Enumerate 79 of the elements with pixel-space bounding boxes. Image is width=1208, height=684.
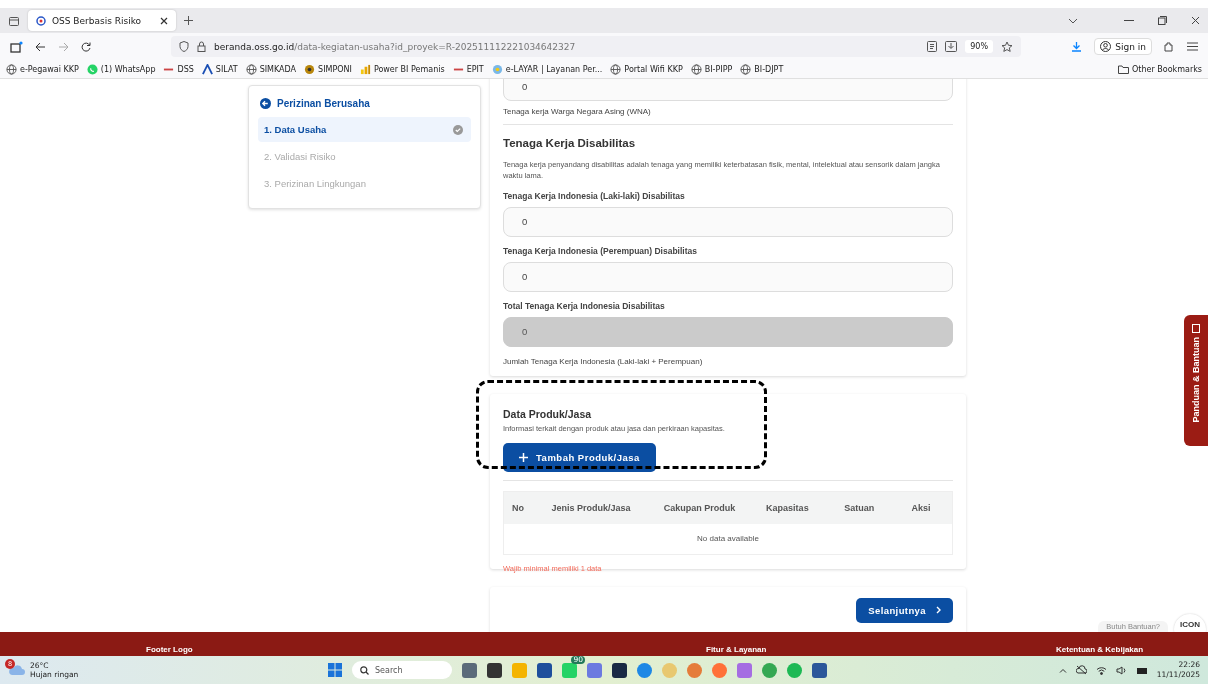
column-header: Jenis Produk/Jasa bbox=[543, 491, 656, 524]
footer-heading: Ketentuan & Kebijakan bbox=[1056, 645, 1145, 654]
bookmark-item[interactable]: e-Pegawai KKP bbox=[6, 63, 79, 75]
bar-chart-icon bbox=[359, 63, 371, 75]
circle-icon bbox=[491, 63, 503, 75]
bookmark-item[interactable]: EPIT bbox=[452, 63, 484, 75]
column-header: Satuan bbox=[836, 491, 904, 524]
save-page-icon[interactable] bbox=[945, 41, 958, 52]
bookmark-item[interactable]: BI-DJPT bbox=[740, 63, 784, 75]
restore-button[interactable] bbox=[1158, 16, 1167, 25]
section-title: Tenaga Kerja Disabilitas bbox=[503, 137, 637, 149]
column-header: Kapasitas bbox=[758, 491, 837, 524]
reload-button[interactable] bbox=[81, 41, 91, 52]
bookmark-item[interactable]: Power BI Pemanis bbox=[359, 63, 445, 75]
bookmark-item[interactable]: SILAT bbox=[201, 63, 238, 75]
field-label: Tenaga Kerja Indonesia (Laki-laki) Disabilitas bbox=[503, 190, 686, 201]
battery-icon[interactable] bbox=[1135, 665, 1148, 675]
caret-icon bbox=[201, 63, 213, 75]
browser-tab[interactable]: OSS Berbasis Risiko bbox=[28, 10, 176, 31]
input-field[interactable]: 0 bbox=[503, 206, 953, 237]
section-title: Data Produk/Jasa bbox=[503, 407, 593, 420]
empty-message: No data available bbox=[503, 523, 953, 555]
account-icon bbox=[1100, 41, 1112, 52]
plus-icon bbox=[519, 452, 528, 462]
footer-heading: Footer Logo bbox=[146, 645, 194, 654]
extensions-icon[interactable] bbox=[1164, 41, 1175, 52]
bookmark-item[interactable]: SIMPONI bbox=[304, 63, 352, 75]
speaker-icon[interactable] bbox=[1115, 665, 1127, 675]
search-field[interactable]: Search bbox=[352, 661, 452, 679]
column-header: No bbox=[503, 491, 544, 524]
sidebar-icon[interactable] bbox=[10, 40, 23, 53]
field-hint: Tenaga kerja Warga Negara Asing (WNA) bbox=[503, 107, 652, 116]
step-item[interactable]: 1. Data Usaha bbox=[258, 117, 471, 142]
help-tab[interactable]: Panduan & Bantuan bbox=[1184, 315, 1208, 446]
input-field[interactable]: 0 bbox=[503, 261, 953, 292]
sign-in-button[interactable]: Sign in bbox=[1094, 38, 1152, 55]
bookmark-item[interactable]: SIMKADA bbox=[245, 63, 297, 75]
bookmark-item[interactable]: Portal Wifi KKP bbox=[610, 63, 683, 75]
menu-icon[interactable] bbox=[1187, 42, 1198, 51]
book-icon bbox=[1192, 324, 1200, 333]
column-header: Aksi bbox=[903, 491, 953, 524]
cloud-icon[interactable] bbox=[1075, 665, 1087, 675]
other-bookmarks-folder[interactable]: Other Bookmarks bbox=[1118, 64, 1202, 74]
tab-list-icon[interactable] bbox=[8, 14, 20, 27]
site-icon bbox=[36, 15, 46, 26]
field-label: Total Tenaga Kerja Indonesia Disabilitas bbox=[503, 300, 666, 311]
bookmark-item[interactable]: (1) WhatsApp bbox=[86, 63, 156, 75]
check-circle-icon bbox=[453, 124, 463, 135]
start-icon[interactable] bbox=[328, 663, 342, 677]
footer-heading: Fitur & Layanan bbox=[706, 645, 768, 654]
back-button[interactable] bbox=[35, 41, 46, 52]
stepper-title: Perizinan Berusaha bbox=[277, 98, 370, 109]
chevron-up-icon[interactable] bbox=[1058, 667, 1067, 673]
zoom-level[interactable]: 90% bbox=[965, 40, 993, 53]
search-icon bbox=[360, 665, 369, 675]
bookmark-item[interactable]: BI-PIPP bbox=[690, 63, 733, 75]
chevron-right-icon bbox=[936, 606, 941, 614]
column-header: Cakupan Produk bbox=[655, 491, 759, 524]
reader-view-icon[interactable] bbox=[927, 41, 938, 52]
back-arrow-icon[interactable] bbox=[260, 98, 271, 109]
next-button[interactable]: Selanjutnya bbox=[856, 597, 953, 623]
download-icon[interactable] bbox=[1071, 41, 1083, 52]
address-bar[interactable]: beranda.oss.go.id/data-kegiatan-usaha?id_proyek=R-202511112221034642327 90% bbox=[171, 36, 1021, 57]
input-field[interactable]: 0 bbox=[503, 79, 953, 101]
help-chat-button[interactable]: ICON bbox=[1174, 614, 1206, 632]
bookmark-item[interactable]: e-LAYAR | Layanan Per... bbox=[491, 63, 603, 75]
new-tab-button[interactable] bbox=[184, 16, 193, 25]
close-button[interactable] bbox=[1191, 16, 1200, 25]
field-hint: Jumlah Tenaga Kerja Indonesia (Laki-laki + Perempuan) bbox=[503, 356, 704, 366]
chevron-down-icon[interactable] bbox=[1068, 17, 1078, 24]
close-tab-button[interactable] bbox=[160, 16, 168, 25]
minimize-button[interactable] bbox=[1124, 19, 1134, 22]
bookmark-item[interactable]: DSS bbox=[163, 63, 194, 75]
wifi-icon[interactable] bbox=[1095, 665, 1107, 675]
lock-icon bbox=[197, 41, 206, 52]
add-product-button[interactable]: Tambah Produk/Jasa bbox=[503, 442, 656, 472]
bookmark-star-icon[interactable] bbox=[1001, 40, 1013, 53]
field-label: Tenaga Kerja Indonesia (Perempuan) Disabilitas bbox=[503, 245, 698, 256]
emblem-icon bbox=[304, 63, 316, 75]
